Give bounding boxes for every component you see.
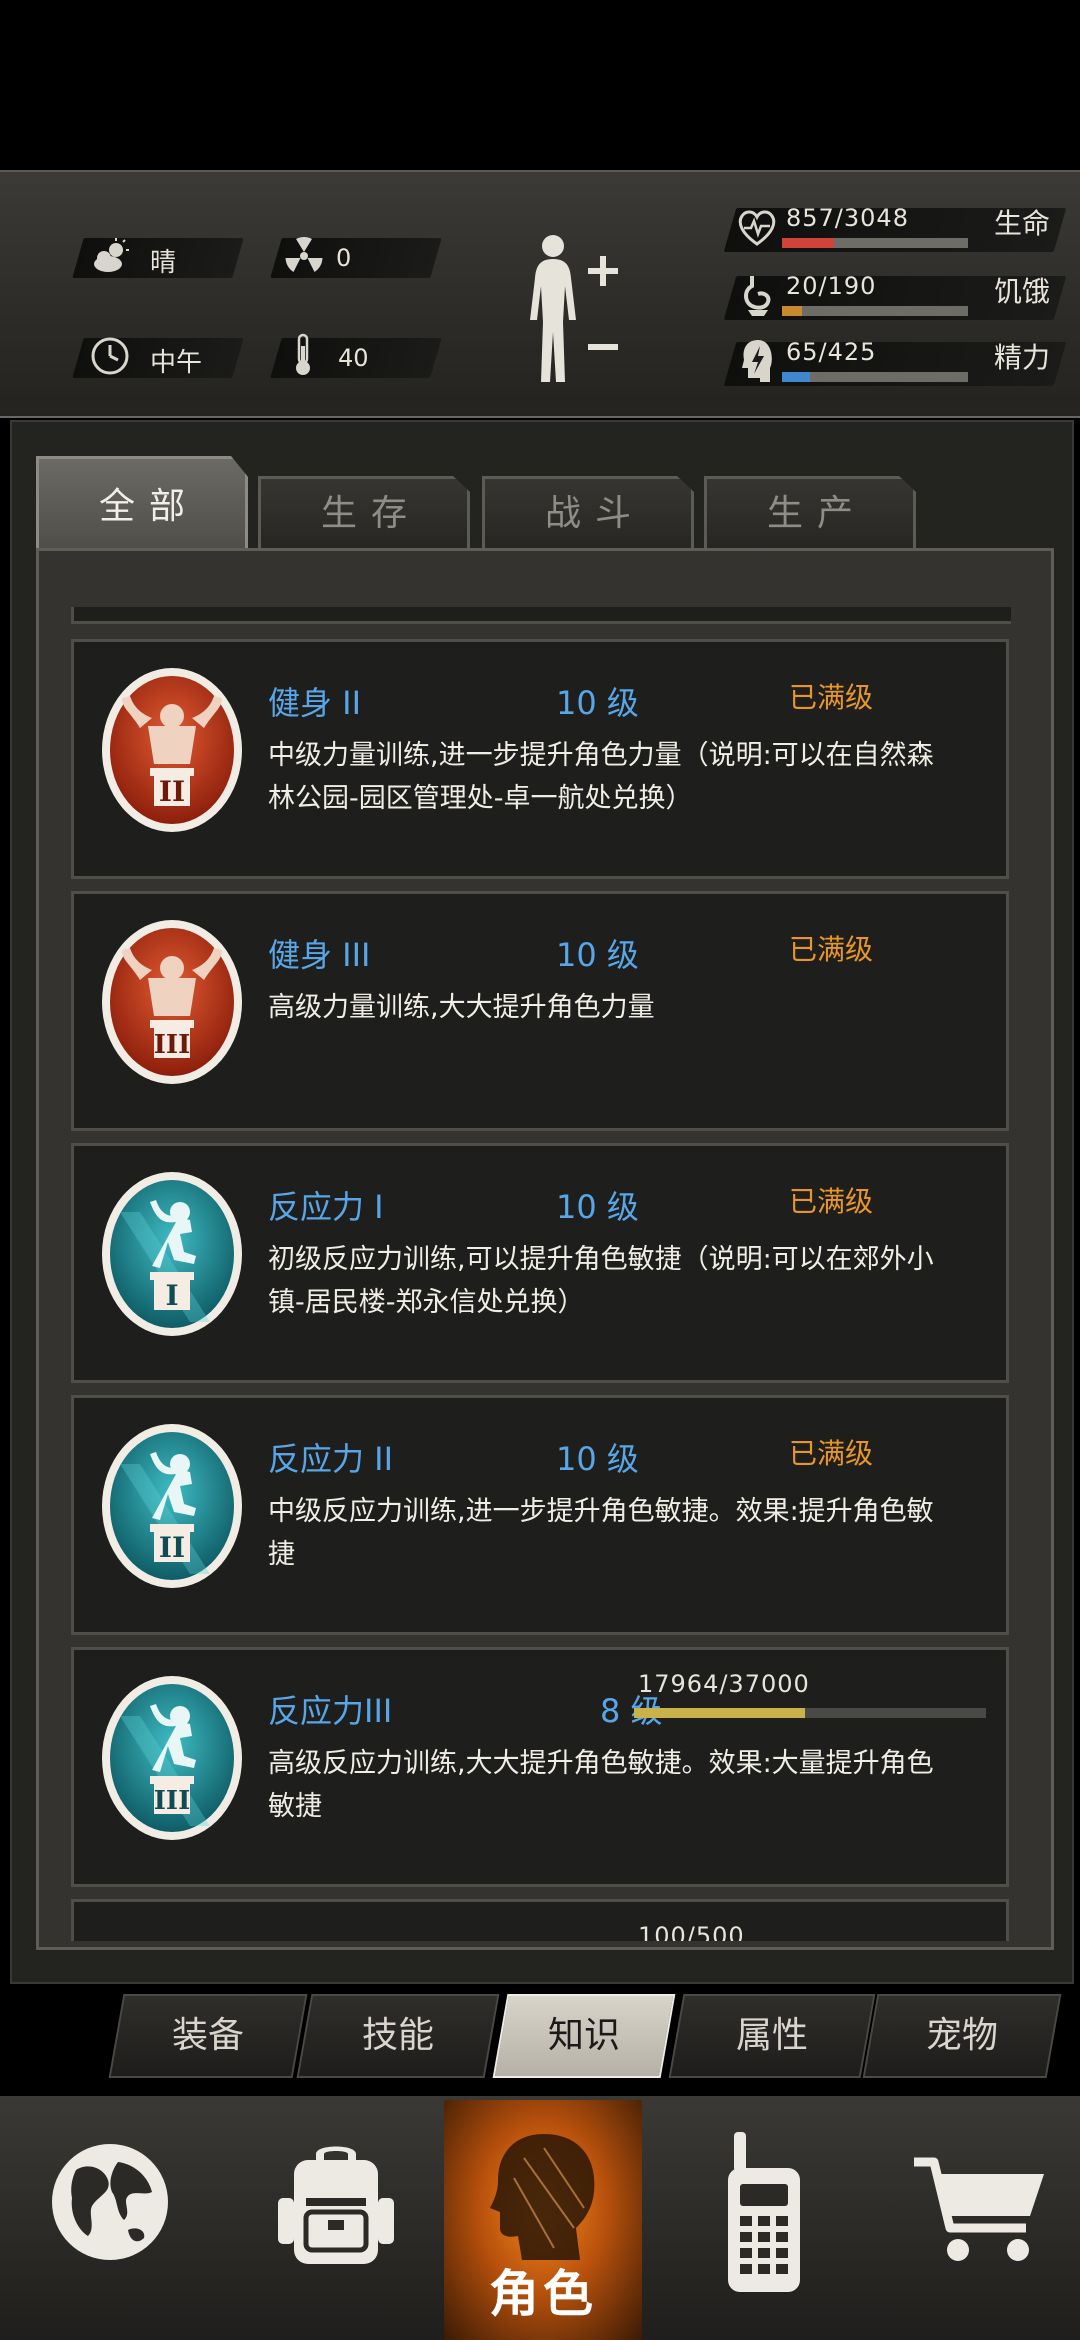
subtab-pets[interactable]: 宠物: [862, 1994, 1062, 2078]
skill-name: 反应力 I: [268, 1188, 384, 1226]
temperature-value: 40: [338, 344, 369, 372]
skill-xp-bar-fill: [634, 1708, 805, 1718]
tab-all-label: 全部: [98, 486, 199, 527]
skill-description: 高级力量训练,大大提升角色力量: [268, 992, 655, 1023]
skill-level: 10 级: [556, 684, 639, 722]
nav-role[interactable]: 角色: [444, 2100, 642, 2340]
skill-card[interactable]: II 反应力 II 10 级 已满级 中级反应力训练,进一步提升角色敏捷。效果:…: [71, 1395, 1009, 1635]
backpack-icon: [278, 2146, 394, 2264]
tab-all[interactable]: 全部: [36, 456, 248, 551]
skill-card[interactable]: I 反应力 I 10 级 已满级 初级反应力训练,可以提升角色敏捷（说明:可以在…: [71, 1143, 1009, 1383]
tab-production-label: 生产: [766, 493, 867, 534]
skill-level: 10 级: [556, 1188, 639, 1226]
agility-icon: III: [100, 1676, 244, 1846]
hunger-bar-fill: [782, 306, 802, 316]
nav-backpack[interactable]: [246, 2096, 446, 2340]
agility-icon: I: [100, 1172, 244, 1342]
skill-card[interactable]: III 健身 III 10 级 已满级 高级力量训练,大大提升角色力量: [71, 891, 1009, 1131]
clock-icon: [91, 337, 129, 375]
stomach-icon: [744, 276, 771, 316]
thermometer-icon: [296, 333, 310, 375]
energy-bar: [782, 372, 968, 382]
tab-combat-label: 战斗: [544, 493, 645, 534]
life-bar-fill: [782, 238, 835, 248]
hunger-label: 饥饿: [994, 275, 1051, 308]
skill-name: 反应力III: [268, 1692, 393, 1730]
skill-description: 中级力量训练,进一步提升角色力量（说明:可以在自然森林公园-园区管理处-卓一航处…: [268, 740, 934, 814]
tab-production[interactable]: 生产: [704, 476, 916, 549]
shopping-cart-icon: [914, 2157, 1044, 2261]
subtab-knowledge[interactable]: 知识: [492, 1994, 676, 2078]
strength-icon: II: [100, 668, 244, 838]
body-figure-icon[interactable]: [520, 232, 630, 392]
skill-list[interactable]: II 健身 II 10 级 已满级 中级力量训练,进一步提升角色力量（说明:可以…: [71, 607, 1011, 1941]
subtab-attributes[interactable]: 属性: [668, 1994, 876, 2078]
life-bar: [782, 238, 968, 248]
skill-xp-bar: [634, 1708, 986, 1718]
time-text: 中午: [150, 348, 203, 378]
skill-level: 10 级: [556, 936, 639, 974]
skill-xp-text: 100/500: [638, 1922, 745, 1941]
nav-radio[interactable]: [670, 2096, 870, 2340]
svg-text:II: II: [159, 1531, 185, 1564]
radiation-value: 0: [336, 244, 352, 272]
tab-combat[interactable]: 战斗: [482, 476, 694, 549]
subtab-skills-label: 技能: [361, 2015, 434, 2056]
skill-description: 初级反应力训练,可以提升角色敏捷（说明:可以在郊外小镇-居民楼-郑永信处兑换）: [268, 1244, 934, 1318]
globe-icon: [52, 2144, 168, 2260]
skill-max-status: 已满级: [789, 933, 874, 966]
life-value: 857/3048: [786, 204, 909, 232]
subtab-pets-label: 宠物: [925, 2015, 998, 2056]
nav-world[interactable]: [10, 2096, 210, 2340]
hunger-bar: [782, 306, 968, 316]
skill-list-panel: II 健身 II 10 级 已满级 中级力量训练,进一步提升角色力量（说明:可以…: [36, 548, 1054, 1950]
subtab-skills[interactable]: 技能: [296, 1994, 500, 2078]
energy-head-icon: [742, 340, 772, 382]
walkie-talkie-icon: [728, 2132, 800, 2292]
skill-xp-text: 17964/37000: [638, 1670, 810, 1698]
skill-card[interactable]: II 健身 II 10 级 已满级 中级力量训练,进一步提升角色力量（说明:可以…: [71, 639, 1009, 879]
energy-bar-fill: [782, 372, 811, 382]
energy-label: 精力: [994, 341, 1051, 374]
role-head-icon: [490, 2134, 595, 2260]
skill-max-status: 已满级: [789, 1437, 874, 1470]
subtab-equipment-label: 装备: [171, 2015, 244, 2056]
svg-text:III: III: [154, 1030, 191, 1060]
radiation-icon: [285, 237, 323, 272]
strength-icon: III: [100, 920, 244, 1090]
life-label: 生命: [994, 207, 1051, 240]
svg-text:III: III: [154, 1786, 191, 1816]
svg-text:II: II: [159, 775, 185, 808]
previous-card-edge: [71, 607, 1011, 624]
skill-name: 健身 II: [268, 684, 362, 722]
heartbeat-icon: [738, 210, 776, 246]
nav-shop[interactable]: [886, 2096, 1080, 2340]
cloud-sun-icon: [94, 238, 129, 272]
skill-max-status: 已满级: [789, 1185, 874, 1218]
weather-text: 晴: [150, 248, 177, 278]
hunger-value: 20/190: [786, 272, 877, 300]
skill-description: 中级反应力训练,进一步提升角色敏捷。效果:提升角色敏捷: [268, 1496, 934, 1570]
skill-max-status: 已满级: [789, 681, 874, 714]
agility-icon: II: [100, 1424, 244, 1594]
svg-text:I: I: [165, 1279, 178, 1312]
tab-survival[interactable]: 生存: [258, 476, 470, 549]
energy-value: 65/425: [786, 338, 877, 366]
skill-level: 10 级: [556, 1440, 639, 1478]
status-panel: 晴 0 中午 40 857/3048 生命 20/190 饥饿 65/425 精…: [0, 170, 1080, 418]
nav-role-label: 角色: [489, 2265, 597, 2323]
skill-card[interactable]: III 反应力III 8 级 17964/37000 高级反应力训练,大大提升角…: [71, 1647, 1009, 1887]
skill-description: 高级反应力训练,大大提升角色敏捷。效果:大量提升角色敏捷: [268, 1748, 934, 1822]
subtab-attributes-label: 属性: [735, 2015, 808, 2056]
skill-name: 反应力 II: [268, 1440, 394, 1478]
subtab-equipment[interactable]: 装备: [108, 1994, 308, 2078]
tab-survival-label: 生存: [320, 493, 421, 534]
subtab-knowledge-label: 知识: [547, 2015, 620, 2056]
skill-card-partial[interactable]: 100/500: [71, 1899, 1009, 1941]
skill-name: 健身 III: [268, 936, 371, 974]
